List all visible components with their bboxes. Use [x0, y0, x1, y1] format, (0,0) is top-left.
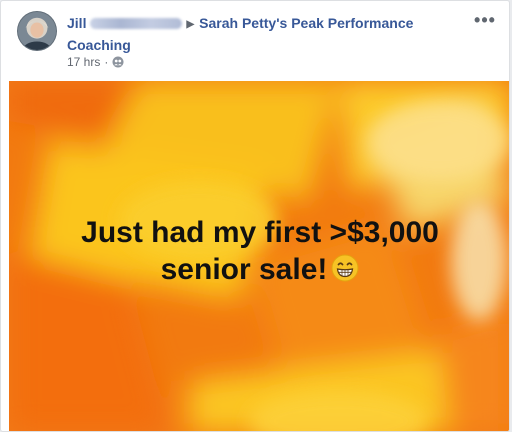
post-message-line2: senior sale!	[160, 253, 328, 286]
post-message-line1: Just had my first >$3,000	[81, 216, 439, 249]
post-header: Jill ▶ Sarah Petty's Peak Performance Coac…	[1, 1, 509, 81]
author-avatar[interactable]	[17, 11, 57, 51]
meta-separator: ·	[104, 55, 109, 69]
avatar-photo	[18, 12, 56, 50]
post-author-line: Jill ▶ Sarah Petty's Peak Performance Coac…	[67, 13, 457, 55]
post-background-image[interactable]: Just had my first >$3,000 senior sale!	[9, 81, 509, 431]
post-card: Jill ▶ Sarah Petty's Peak Performance Coac…	[0, 0, 510, 432]
author-name-link[interactable]: Jill	[67, 15, 86, 31]
group-members-icon[interactable]	[112, 56, 124, 68]
post-timestamp[interactable]: 17 hrs	[67, 54, 100, 70]
blurred-surname	[90, 18, 183, 29]
grinning-face-icon	[331, 254, 359, 282]
post-message: Just had my first >$3,000 senior sale!	[9, 214, 509, 288]
more-options-icon[interactable]: •••	[473, 11, 497, 29]
post-meta: 17 hrs ·	[67, 54, 124, 70]
post-message-line2-wrap: senior sale!	[9, 251, 509, 288]
arrow-right-icon: ▶	[186, 19, 195, 30]
